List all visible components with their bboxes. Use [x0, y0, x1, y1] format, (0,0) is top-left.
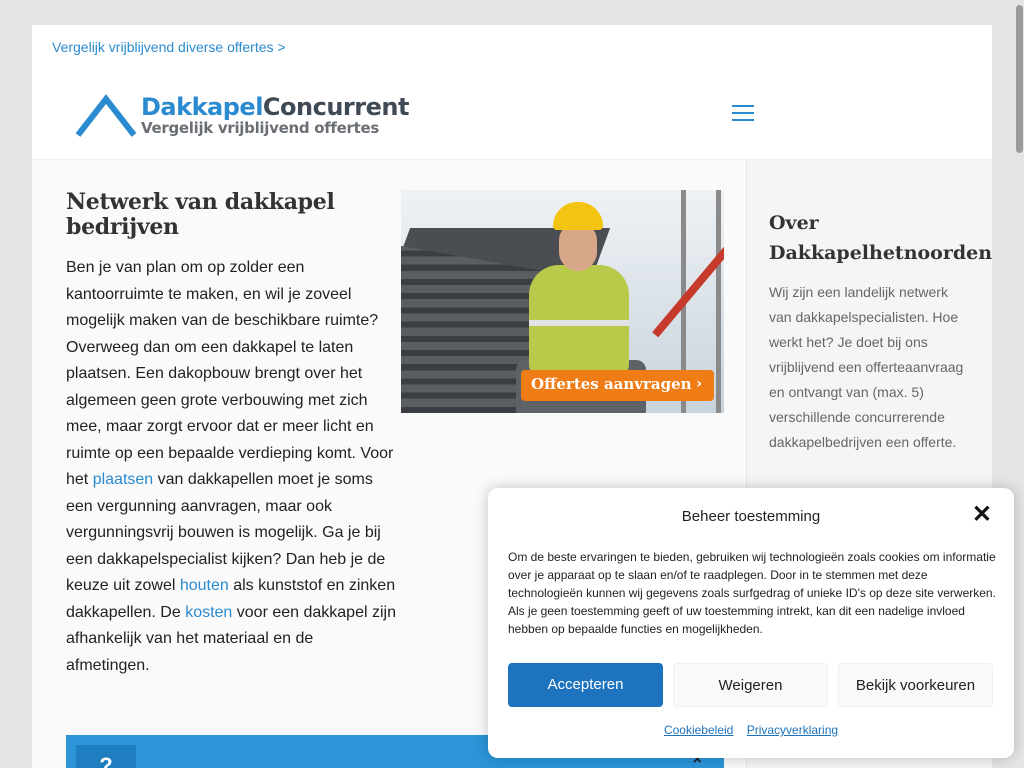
link-plaatsen[interactable]: plaatsen	[93, 471, 154, 488]
logo-roof-icon	[75, 94, 137, 137]
main-article: Netwerk van dakkapel bedrijven Ben je va…	[66, 190, 396, 679]
logo-name: DakkapelConcurrent	[141, 93, 409, 121]
topbar: Vergelijk vrijblijvend diverse offertes …	[32, 25, 992, 73]
link-houten[interactable]: houten	[180, 577, 229, 594]
page-scrollbar[interactable]	[1014, 0, 1024, 768]
logo-tagline: Vergelijk vrijblijvend offertes	[141, 119, 380, 137]
cookie-links: Cookiebeleid Privacyverklaring	[488, 723, 1014, 737]
scrollbar-thumb[interactable]	[1016, 5, 1023, 153]
request-quotes-button[interactable]: Offertes aanvragen ›	[521, 370, 714, 401]
sidebar-title: Over Dakkapelhetnoorden.nl	[769, 212, 992, 264]
question-icon: ?	[76, 745, 136, 768]
logo[interactable]: DakkapelConcurrent Vergelijk vrijblijven…	[75, 93, 409, 137]
hero-image: Offertes aanvragen ›	[401, 190, 724, 413]
menu-hamburger-icon[interactable]	[732, 105, 754, 123]
link-kosten[interactable]: kosten	[185, 604, 232, 621]
intro-paragraph: Ben je van plan om op zolder een kantoor…	[66, 259, 396, 674]
cookie-policy-link[interactable]: Cookiebeleid	[664, 723, 733, 737]
cookie-consent-dialog: Beheer toestemming ✕ Om de beste ervarin…	[488, 488, 1014, 758]
view-preferences-button[interactable]: Bekijk voorkeuren	[838, 663, 993, 707]
header: DakkapelConcurrent Vergelijk vrijblijven…	[32, 73, 992, 160]
page-title: Netwerk van dakkapel bedrijven	[66, 189, 335, 240]
privacy-statement-link[interactable]: Privacyverklaring	[747, 723, 838, 737]
sidebar-text: Wij zijn een landelijk netwerk van dakka…	[769, 284, 964, 450]
cookie-title: Beheer toestemming	[681, 508, 821, 525]
compare-offers-link[interactable]: Vergelijk vrijblijvend diverse offertes …	[52, 39, 286, 55]
accept-button[interactable]: Accepteren	[508, 663, 663, 707]
deny-button[interactable]: Weigeren	[673, 663, 828, 707]
cookie-text: Om de beste ervaringen te bieden, gebrui…	[508, 550, 996, 636]
chevron-right-icon: ›	[696, 376, 702, 392]
close-icon[interactable]: ✕	[972, 503, 992, 527]
